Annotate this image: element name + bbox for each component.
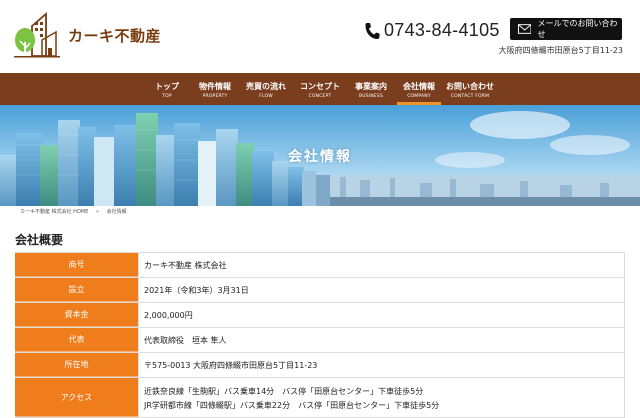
table-row: 所在地 〒575-0013 大阪府四條畷市田原台5丁目11-23 (15, 353, 625, 378)
nav-label: お問い合わせ (446, 82, 494, 91)
nav-item-top[interactable]: トップ TOP (143, 73, 191, 105)
nav-sublabel: CONCEPT (308, 94, 332, 99)
breadcrumb-current: 会社情報 (106, 209, 127, 215)
row-value: カーキ不動産 株式会社 (138, 253, 625, 277)
house-tree-logo-icon (14, 12, 60, 58)
row-value: 2021年（令和3年）3月31日 (138, 278, 625, 302)
nav-item-concept[interactable]: コンセプト CONCEPT (293, 73, 347, 105)
mail-icon (518, 24, 532, 34)
breadcrumb-separator: » (95, 209, 100, 215)
nav-label: コンセプト (300, 82, 340, 91)
row-value: 近鉄奈良線「生駒駅」バス乗車14分 バス停「田原台センター」下車徒歩5分 JR学… (138, 378, 625, 417)
nav-item-flow[interactable]: 売買の流れ FLOW (239, 73, 293, 105)
row-value: 〒575-0013 大阪府四條畷市田原台5丁目11-23 (138, 353, 625, 377)
company-name: カーキ不動産 (68, 26, 162, 45)
site-header: カーキ不動産 0743-84-4105 メールでのお問い合わせ 大阪府四條畷市田… (0, 0, 640, 73)
phone-contact[interactable]: 0743-84-4105 (364, 20, 500, 41)
nav-label: 事業案内 (355, 82, 387, 91)
nav-sublabel: TOP (162, 94, 172, 99)
nav-sublabel: BUSINESS (358, 94, 384, 99)
nav-sublabel: CONTACT FORM (450, 94, 490, 99)
table-row: 商号 カーキ不動産 株式会社 (15, 253, 625, 278)
row-value: 2,000,000円 (138, 303, 625, 327)
nav-sublabel: FLOW (259, 94, 273, 99)
breadcrumb-home-link[interactable]: カーキ不動産 株式会社 HOME (20, 209, 88, 215)
access-line: JR学研都市線「四條畷駅」バス乗車22分 バス停「田原台センター」下車徒歩5分 (144, 401, 440, 410)
table-row: アクセス 近鉄奈良線「生駒駅」バス乗車14分 バス停「田原台センター」下車徒歩5… (15, 378, 625, 418)
nav-item-property[interactable]: 物件情報 PROPERTY (191, 73, 239, 105)
hero-title: 会社情報 (288, 149, 352, 165)
nav-label: 物件情報 (199, 82, 231, 91)
access-line: 近鉄奈良線「生駒駅」バス乗車14分 バス停「田原台センター」下車徒歩5分 (144, 387, 424, 396)
nav-item-company[interactable]: 会社情報 COMPANY (395, 73, 443, 105)
table-row: 設立 2021年（令和3年）3月31日 (15, 278, 625, 303)
global-nav: トップ TOP 物件情報 PROPERTY 売買の流れ FLOW コンセプト C… (0, 73, 640, 105)
row-label: 商号 (15, 253, 138, 277)
table-row: 代表 代表取締役 垣本 隼人 (15, 328, 625, 353)
nav-item-contact[interactable]: お問い合わせ CONTACT FORM (443, 73, 497, 105)
nav-label: トップ (155, 82, 179, 91)
row-label: 設立 (15, 278, 138, 302)
table-row: 資本金 2,000,000円 (15, 303, 625, 328)
row-label: 資本金 (15, 303, 138, 327)
nav-label: 売買の流れ (246, 82, 286, 91)
nav-label: 会社情報 (403, 82, 435, 91)
row-label: 代表 (15, 328, 138, 352)
nav-sublabel: PROPERTY (202, 94, 228, 99)
nav-item-business[interactable]: 事業案内 BUSINESS (347, 73, 395, 105)
phone-number: 0743-84-4105 (384, 20, 500, 40)
phone-icon (365, 22, 380, 39)
nav-sublabel: COMPANY (407, 94, 431, 99)
row-value: 代表取締役 垣本 隼人 (138, 328, 625, 352)
row-label: アクセス (15, 378, 138, 417)
header-address: 大阪府四條畷市田原台5丁目11-23 (498, 46, 623, 55)
site-logo[interactable]: カーキ不動産 (12, 12, 161, 58)
section-title: 会社概要 (15, 233, 64, 247)
company-info-table: 商号 カーキ不動産 株式会社 設立 2021年（令和3年）3月31日 資本金 2… (15, 252, 625, 418)
breadcrumb: カーキ不動産 株式会社 HOME » 会社情報 (20, 208, 133, 215)
mail-contact-button[interactable]: メールでのお問い合わせ (510, 18, 622, 40)
hero-banner: 会社情報 (0, 105, 640, 206)
row-label: 所在地 (15, 353, 138, 377)
mail-button-label: メールでのお問い合わせ (537, 19, 618, 39)
